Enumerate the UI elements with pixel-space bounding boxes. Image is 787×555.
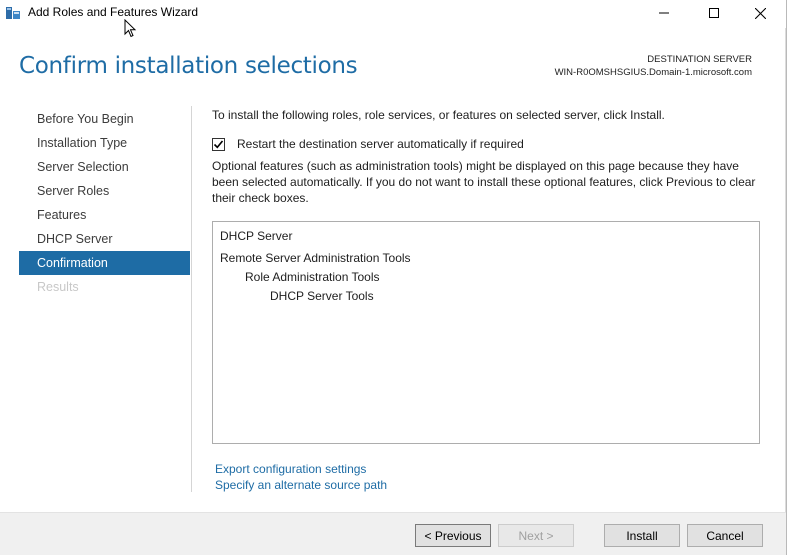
confirmation-content: To install the following roles, role ser…	[212, 107, 767, 205]
intro-text: To install the following roles, role ser…	[212, 108, 665, 122]
checkmark-icon	[213, 139, 224, 148]
nav-item-server-selection[interactable]: Server Selection	[19, 155, 190, 179]
wizard-steps-nav: Before You Begin Installation Type Serve…	[19, 107, 190, 299]
restart-checkbox-label[interactable]: Restart the destination server automatic…	[237, 137, 524, 151]
destination-server-block: DESTINATION SERVER WIN-R0OMSHSGIUS.Domai…	[555, 53, 752, 79]
feature-item-role-admin-tools: Role Administration Tools	[245, 270, 380, 284]
nav-item-dhcp-server[interactable]: DHCP Server	[19, 227, 190, 251]
optional-features-note: Optional features (such as administratio…	[212, 159, 756, 205]
feature-item-rsat: Remote Server Administration Tools	[220, 251, 411, 265]
window-right-edge	[785, 28, 786, 512]
restart-checkbox[interactable]	[212, 137, 225, 151]
selected-features-list[interactable]: DHCP Server Remote Server Administration…	[212, 221, 760, 444]
maximize-button[interactable]	[691, 0, 737, 26]
export-configuration-link[interactable]: Export configuration settings	[215, 461, 387, 477]
minimize-icon	[659, 12, 669, 14]
nav-item-confirmation[interactable]: Confirmation	[19, 251, 190, 275]
feature-item-dhcp-server: DHCP Server	[220, 229, 293, 243]
nav-item-installation-type[interactable]: Installation Type	[19, 131, 190, 155]
nav-item-server-roles[interactable]: Server Roles	[19, 179, 190, 203]
restart-checkbox-row[interactable]: Restart the destination server automatic…	[212, 136, 524, 152]
destination-server-label: DESTINATION SERVER	[647, 54, 752, 65]
previous-button[interactable]: < Previous	[415, 524, 491, 547]
feature-item-dhcp-server-tools: DHCP Server Tools	[270, 289, 374, 303]
wizard-window: Add Roles and Features Wizard Confirm in…	[0, 0, 787, 555]
mouse-cursor-icon	[124, 19, 137, 38]
destination-server-name: WIN-R0OMSHSGIUS.Domain-1.microsoft.com	[554, 67, 752, 78]
window-title: Add Roles and Features Wizard	[28, 5, 199, 19]
close-button[interactable]	[737, 0, 783, 26]
wizard-footer: < Previous Next > Install Cancel	[0, 512, 786, 555]
confirmation-links: Export configuration settings Specify an…	[215, 461, 387, 493]
alternate-source-path-link[interactable]: Specify an alternate source path	[215, 477, 387, 493]
nav-divider	[191, 106, 192, 492]
title-bar[interactable]: Add Roles and Features Wizard	[0, 0, 786, 28]
nav-item-results: Results	[37, 280, 79, 294]
maximize-icon	[709, 8, 719, 18]
server-manager-app-icon	[5, 5, 21, 21]
close-icon	[754, 7, 766, 19]
minimize-button[interactable]	[641, 0, 687, 26]
page-title: Confirm installation selections	[19, 53, 358, 79]
install-button[interactable]: Install	[604, 524, 680, 547]
cancel-button[interactable]: Cancel	[687, 524, 763, 547]
next-button: Next >	[498, 524, 574, 547]
nav-item-features[interactable]: Features	[19, 203, 190, 227]
nav-item-before-you-begin[interactable]: Before You Begin	[19, 107, 190, 131]
